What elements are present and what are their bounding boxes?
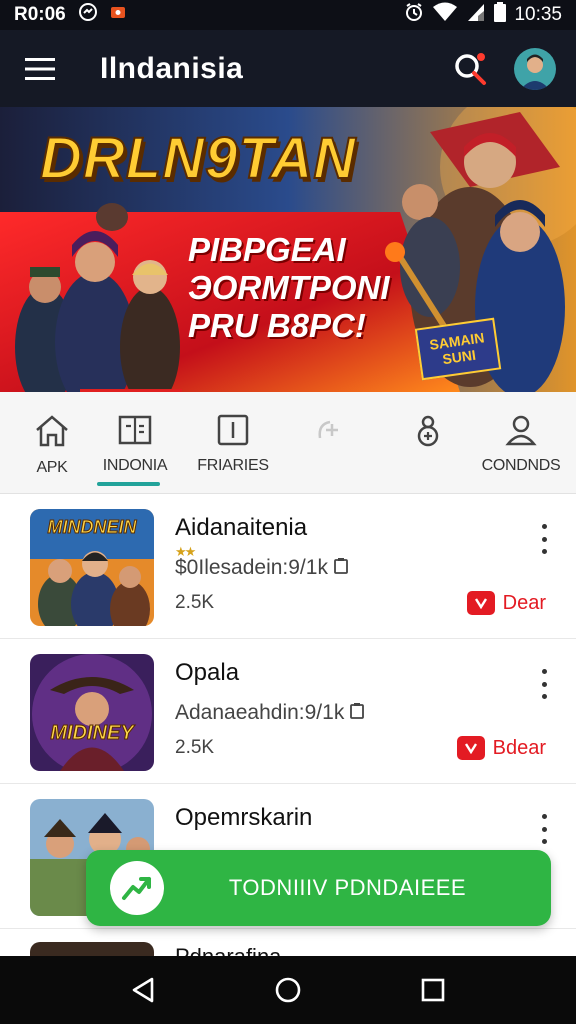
swirl-icon bbox=[312, 414, 344, 451]
item-thumbnail: MINDNEIN bbox=[30, 509, 154, 626]
system-nav-bar bbox=[0, 956, 576, 1024]
app-bar: Ilndanisia bbox=[0, 30, 576, 107]
banner-sign: SAMAIN SUNI bbox=[414, 317, 502, 381]
wifi-icon bbox=[432, 2, 458, 28]
copy-icon bbox=[333, 556, 348, 579]
search-icon[interactable] bbox=[442, 41, 498, 97]
tab-friaries[interactable]: FRIARIES bbox=[196, 392, 270, 492]
tab-user-plus[interactable] bbox=[398, 392, 458, 492]
tab-condnds[interactable]: CONDNDS bbox=[482, 392, 561, 492]
notification-icon bbox=[110, 4, 126, 26]
banner-title: DRLN9TAN bbox=[39, 125, 357, 192]
recents-icon[interactable] bbox=[403, 960, 463, 1020]
tab-apk[interactable]: APK bbox=[22, 392, 82, 492]
banner-subtitle: PIBPGEAI ЭORMTPONI PRU B8PC! bbox=[188, 231, 390, 345]
person-icon bbox=[505, 414, 537, 451]
promo-banner[interactable]: DRLN9TAN PIBPGEAI ЭORMTPONI PRU B8PC! SA… bbox=[0, 107, 576, 392]
banner-subtitle-line: ЭORMTPONI bbox=[188, 269, 390, 306]
home-icon bbox=[34, 414, 70, 453]
item-count: 2.5K bbox=[175, 737, 215, 758]
thumbnail-title: MINDNEIN bbox=[47, 517, 137, 538]
item-title: Aidanaitenia bbox=[175, 514, 308, 541]
category-tabs: APK INDONIA FRIARIES CONDNDS bbox=[0, 392, 576, 494]
square-icon bbox=[217, 414, 249, 451]
item-subtitle: $0Ilesadein:9/1k bbox=[175, 556, 348, 580]
list-item[interactable]: MINDNEIN Aidanaitenia ★★ $0Ilesadein:9/1… bbox=[0, 494, 576, 639]
item-action-button[interactable]: Bdear bbox=[456, 736, 546, 760]
user-plus-icon bbox=[412, 414, 444, 453]
copy-icon bbox=[350, 701, 365, 724]
tab-label: APK bbox=[36, 459, 68, 476]
battery-icon bbox=[494, 2, 507, 28]
menu-icon[interactable] bbox=[0, 30, 80, 107]
item-action-label: Dear bbox=[502, 591, 546, 614]
item-title: Opemrskarin bbox=[175, 804, 313, 831]
item-thumbnail: MIDINEY bbox=[30, 654, 154, 771]
more-options-icon[interactable] bbox=[536, 524, 552, 554]
item-action-label: Bdear bbox=[492, 736, 546, 759]
trend-up-icon bbox=[110, 861, 164, 915]
tab-selected-indicator bbox=[97, 482, 160, 486]
more-options-icon[interactable] bbox=[536, 814, 552, 844]
tab-swirl[interactable] bbox=[298, 392, 358, 492]
tab-indonia[interactable]: INDONIA bbox=[98, 392, 172, 492]
tab-label: INDONIA bbox=[102, 457, 168, 474]
youtube-icon bbox=[466, 591, 495, 615]
item-subtitle-text: $0Ilesadein:9/1k bbox=[175, 556, 328, 579]
banner-subtitle-line: PRU B8PC! bbox=[188, 307, 366, 344]
thumbnail-title: MIDINEY bbox=[50, 722, 134, 745]
item-subtitle-text: Adanaeahdin:9/1k bbox=[175, 701, 345, 724]
book-icon bbox=[118, 414, 152, 451]
back-icon[interactable] bbox=[113, 960, 173, 1020]
messenger-icon bbox=[78, 2, 98, 28]
app-title: Ilndanisia bbox=[100, 51, 244, 85]
status-time-left: R0:06 bbox=[14, 4, 66, 25]
item-title: Opala bbox=[175, 659, 240, 686]
youtube-icon bbox=[456, 736, 485, 760]
status-bar: R0:06 10:35 bbox=[0, 0, 576, 30]
banner-subtitle-line: PIBPGEAI bbox=[188, 231, 346, 268]
status-time-right: 10:35 bbox=[514, 4, 562, 25]
alarm-icon bbox=[404, 2, 424, 28]
snackbar-text: TODNIIIV PDNDAIEEE bbox=[228, 875, 467, 900]
avatar[interactable] bbox=[514, 47, 556, 90]
more-options-icon[interactable] bbox=[536, 669, 552, 699]
tab-label: CONDNDS bbox=[481, 457, 561, 474]
list-item[interactable]: MIDINEY Opala Adanaeahdin:9/1k 2.5K Bdea… bbox=[0, 639, 576, 784]
home-circle-icon[interactable] bbox=[258, 960, 318, 1020]
item-count: 2.5K bbox=[175, 592, 215, 613]
snackbar-banner[interactable]: TODNIIIV PDNDAIEEE bbox=[86, 850, 551, 926]
item-action-button[interactable]: Dear bbox=[466, 591, 546, 615]
signal-icon bbox=[466, 2, 486, 28]
item-subtitle: Adanaeahdin:9/1k bbox=[175, 701, 365, 725]
tab-label: FRIARIES bbox=[197, 457, 269, 474]
